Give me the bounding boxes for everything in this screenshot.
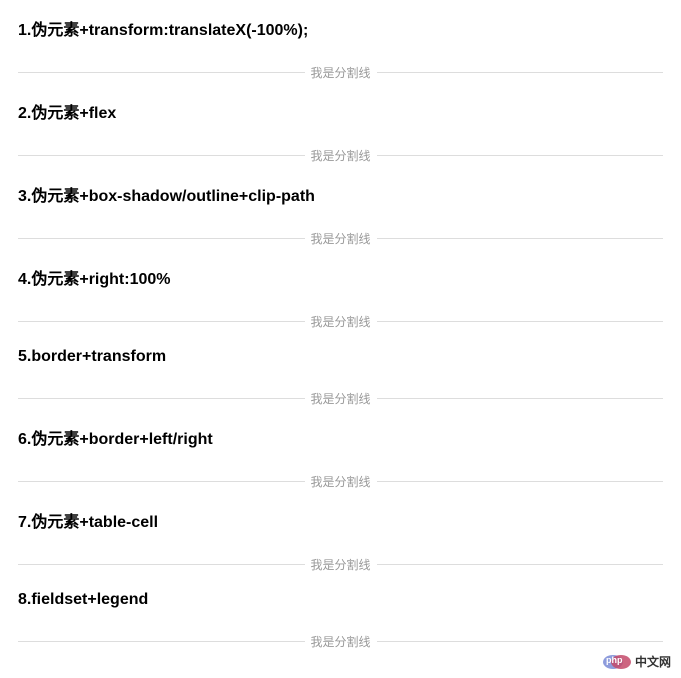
section-6: 6.伪元素+border+left/right 我是分割线 — [18, 425, 663, 490]
section-4: 4.伪元素+right:100% 我是分割线 — [18, 265, 663, 330]
divider-label: 我是分割线 — [305, 147, 377, 164]
divider-label: 我是分割线 — [305, 230, 377, 247]
divider-6: 我是分割线 — [18, 473, 663, 490]
divider-3: 我是分割线 — [18, 230, 663, 247]
watermark-text: 中文网 — [635, 653, 671, 670]
heading-6: 6.伪元素+border+left/right — [18, 425, 663, 449]
divider-label: 我是分割线 — [305, 473, 377, 490]
heading-7: 7.伪元素+table-cell — [18, 508, 663, 532]
divider-2: 我是分割线 — [18, 147, 663, 164]
section-8: 8.fieldset+legend 我是分割线 — [18, 591, 663, 650]
heading-5: 5.border+transform — [18, 348, 663, 366]
heading-2: 2.伪元素+flex — [18, 99, 663, 123]
heading-4: 4.伪元素+right:100% — [18, 265, 663, 289]
divider-label: 我是分割线 — [305, 313, 377, 330]
section-2: 2.伪元素+flex 我是分割线 — [18, 99, 663, 164]
section-3: 3.伪元素+box-shadow/outline+clip-path 我是分割线 — [18, 182, 663, 247]
heading-1: 1.伪元素+transform:translateX(-100%); — [18, 16, 663, 40]
divider-4: 我是分割线 — [18, 313, 663, 330]
heading-8: 8.fieldset+legend — [18, 591, 663, 609]
watermark: php 中文网 — [603, 653, 671, 670]
divider-8: 我是分割线 — [18, 633, 663, 650]
divider-7: 我是分割线 — [18, 556, 663, 573]
divider-label: 我是分割线 — [305, 633, 377, 650]
divider-1: 我是分割线 — [18, 64, 663, 81]
php-logo-icon: php — [603, 654, 631, 670]
divider-5: 我是分割线 — [18, 390, 663, 407]
divider-label: 我是分割线 — [305, 556, 377, 573]
divider-label: 我是分割线 — [305, 390, 377, 407]
section-5: 5.border+transform 我是分割线 — [18, 348, 663, 407]
section-1: 1.伪元素+transform:translateX(-100%); 我是分割线 — [18, 16, 663, 81]
heading-3: 3.伪元素+box-shadow/outline+clip-path — [18, 182, 663, 206]
section-7: 7.伪元素+table-cell 我是分割线 — [18, 508, 663, 573]
divider-label: 我是分割线 — [305, 64, 377, 81]
